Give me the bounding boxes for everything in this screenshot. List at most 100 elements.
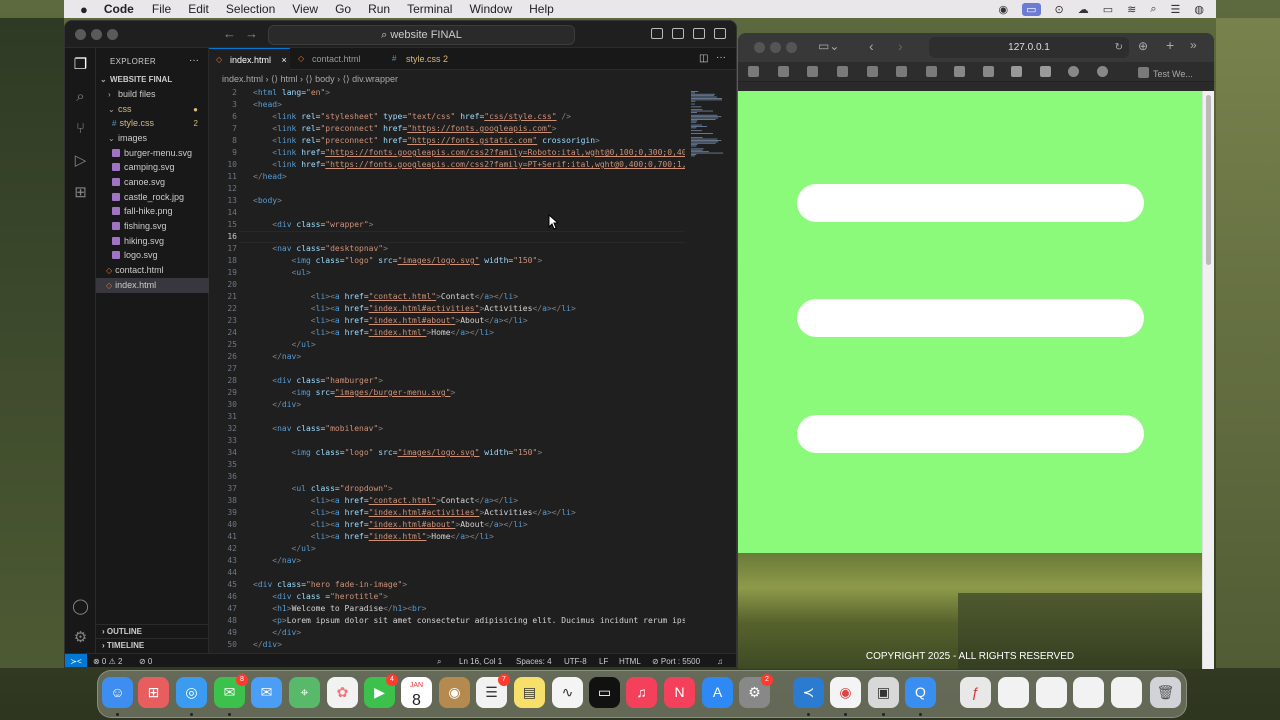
- favorite-video-icon[interactable]: [807, 66, 818, 77]
- menu-view[interactable]: View: [292, 2, 318, 16]
- screen-share-icon[interactable]: ▭: [1022, 2, 1041, 16]
- safari-icon[interactable]: ◎: [176, 677, 207, 708]
- tree-file-style-css[interactable]: # style.css 2: [96, 116, 209, 131]
- address-bar[interactable]: 127.0.0.1 ↻: [929, 37, 1129, 58]
- timeline-section[interactable]: › TIMELINE: [96, 638, 209, 652]
- favorite-video-icon[interactable]: [926, 66, 937, 77]
- cloud-icon[interactable]: ☁: [1078, 3, 1089, 16]
- remote-indicator-icon[interactable]: ≻<: [65, 654, 87, 667]
- back-arrow-icon[interactable]: ‹: [869, 38, 874, 54]
- code-line[interactable]: <img src="images/burger-menu.svg">: [253, 387, 456, 399]
- code-line[interactable]: <html lang="en">: [253, 87, 330, 99]
- photos-icon[interactable]: ✿: [327, 677, 358, 708]
- favorite-grid-icon[interactable]: [983, 66, 994, 77]
- code-line[interactable]: <li><a href="index.html">Home</a></li>: [253, 531, 494, 543]
- code-line[interactable]: <head>: [253, 99, 282, 111]
- minimize-window-button[interactable]: [91, 29, 102, 40]
- tree-file-fall-hike[interactable]: fall-hike.png: [96, 204, 209, 219]
- code-line[interactable]: <div class="hero fade-in-image">: [253, 579, 407, 591]
- code-line[interactable]: </nav>: [253, 555, 301, 567]
- trash-icon[interactable]: 🗑: [1150, 677, 1181, 708]
- favorite-video-icon[interactable]: [778, 66, 789, 77]
- document-stack-icon[interactable]: [1073, 677, 1104, 708]
- menu-file[interactable]: File: [152, 2, 171, 16]
- tree-folder-images[interactable]: ⌄ images: [96, 131, 209, 146]
- code-line[interactable]: <div class="wrapper">: [253, 219, 373, 231]
- menu-help[interactable]: Help: [529, 2, 554, 16]
- toggle-panel-icon[interactable]: [672, 28, 684, 39]
- back-arrow-icon[interactable]: ←: [223, 26, 236, 41]
- code-line[interactable]: <li><a href="index.html#activities">Acti…: [253, 303, 576, 315]
- siri-icon[interactable]: ◍: [1194, 3, 1204, 16]
- system-settings-icon[interactable]: ⚙ 2: [739, 674, 773, 708]
- freeform-icon[interactable]: ∿: [552, 677, 583, 708]
- code-line[interactable]: <ul class="dropdown">: [253, 483, 393, 495]
- downloads-stack-icon[interactable]: [1111, 677, 1142, 708]
- code-line[interactable]: <link href="https://fonts.googleapis.com…: [253, 147, 685, 159]
- code-line[interactable]: <body>: [253, 195, 282, 207]
- favorite-b-icon[interactable]: [1011, 66, 1022, 77]
- code-line[interactable]: <link rel="stylesheet" type="text/css" h…: [253, 111, 571, 123]
- download-icon[interactable]: ⊕: [1138, 39, 1148, 53]
- tree-file-contact-html[interactable]: ◇ contact.html: [96, 263, 209, 278]
- live-server-port[interactable]: ⊘ Port : 5500: [652, 654, 700, 667]
- minimize-window-button[interactable]: [770, 42, 781, 53]
- favorite-video-icon[interactable]: [867, 66, 878, 77]
- app-menu[interactable]: Code: [104, 2, 134, 16]
- language-mode[interactable]: HTML: [619, 654, 641, 667]
- code-line[interactable]: <div class="hamburger">: [253, 375, 383, 387]
- code-line[interactable]: <ul>: [253, 267, 311, 279]
- favorite-b-icon[interactable]: [1040, 66, 1051, 77]
- code-line[interactable]: <p>Lorem ipsum dolor sit amet consectetu…: [253, 615, 685, 627]
- code-line[interactable]: <link href="https://fonts.googleapis.com…: [253, 159, 685, 171]
- code-line[interactable]: </div>: [253, 639, 282, 651]
- preview-icon[interactable]: ▣: [868, 677, 899, 708]
- document-stack-icon[interactable]: [1036, 677, 1067, 708]
- record-icon[interactable]: ◉: [998, 3, 1008, 16]
- favorite-google-icon[interactable]: [1068, 66, 1079, 77]
- run-debug-icon[interactable]: ▷: [72, 152, 89, 169]
- code-line[interactable]: </ul>: [253, 543, 316, 555]
- code-line[interactable]: <li><a href="index.html#activities">Acti…: [253, 507, 576, 519]
- news-icon[interactable]: N: [664, 677, 695, 708]
- explorer-root[interactable]: ⌄ WEBSITE FINAL: [96, 72, 209, 87]
- tree-folder-css[interactable]: ⌄ css ●: [96, 102, 209, 117]
- forward-arrow-icon[interactable]: →: [245, 26, 258, 41]
- page-scrollbar[interactable]: [1202, 91, 1214, 669]
- customize-layout-icon[interactable]: [714, 28, 726, 39]
- tree-file-camping[interactable]: camping.svg: [96, 160, 209, 175]
- code-line[interactable]: <li><a href="contact.html">Contact</a></…: [253, 291, 518, 303]
- code-line[interactable]: </div>: [253, 399, 301, 411]
- code-line[interactable]: <li><a href="index.html#about">About</a>…: [253, 315, 528, 327]
- reminders-icon[interactable]: ☰ 7: [476, 674, 510, 708]
- document-stack-icon[interactable]: [998, 677, 1029, 708]
- vpn-icon[interactable]: ⊙: [1055, 3, 1064, 16]
- tree-file-castle-rock[interactable]: castle_rock.jpg: [96, 190, 209, 205]
- problems-indicator[interactable]: ⊗ 0 ⚠ 2: [93, 654, 122, 667]
- source-control-icon[interactable]: ⑂: [72, 120, 89, 137]
- explorer-icon[interactable]: ❐: [72, 56, 89, 73]
- minimap[interactable]: [685, 87, 736, 653]
- code-line[interactable]: <img class="logo" src="images/logo.svg" …: [253, 255, 543, 267]
- tree-file-hiking[interactable]: hiking.svg: [96, 234, 209, 249]
- burger-bar-middle[interactable]: [797, 299, 1144, 337]
- tab-index-html[interactable]: ◇ index.html ×: [209, 48, 290, 70]
- tree-folder-build-files[interactable]: › build files: [96, 87, 209, 102]
- burger-bar-bottom[interactable]: [797, 415, 1144, 453]
- messages-icon[interactable]: ✉ 8: [214, 674, 248, 708]
- breadcrumb[interactable]: index.html › ⟨⟩ html › ⟨⟩ body › ⟨⟩ div.…: [209, 71, 736, 87]
- zoom-icon[interactable]: ⌕: [437, 654, 441, 667]
- vscode-icon[interactable]: ≺: [793, 677, 824, 708]
- favorite-video-icon[interactable]: [748, 66, 759, 77]
- code-line[interactable]: <nav class="desktopnav">: [253, 243, 388, 255]
- cursor-position[interactable]: Ln 16, Col 1: [459, 654, 502, 667]
- menu-run[interactable]: Run: [368, 2, 390, 16]
- menu-terminal[interactable]: Terminal: [407, 2, 452, 16]
- favorite-video-icon[interactable]: [896, 66, 907, 77]
- facetime-icon[interactable]: ▶ 4: [364, 674, 398, 708]
- command-center[interactable]: ⌕ website FINAL: [268, 25, 575, 45]
- maps-icon[interactable]: ⌖: [289, 677, 320, 708]
- menu-edit[interactable]: Edit: [188, 2, 209, 16]
- extensions-icon[interactable]: ⊞: [72, 184, 89, 201]
- chrome-icon[interactable]: ◉: [830, 677, 861, 708]
